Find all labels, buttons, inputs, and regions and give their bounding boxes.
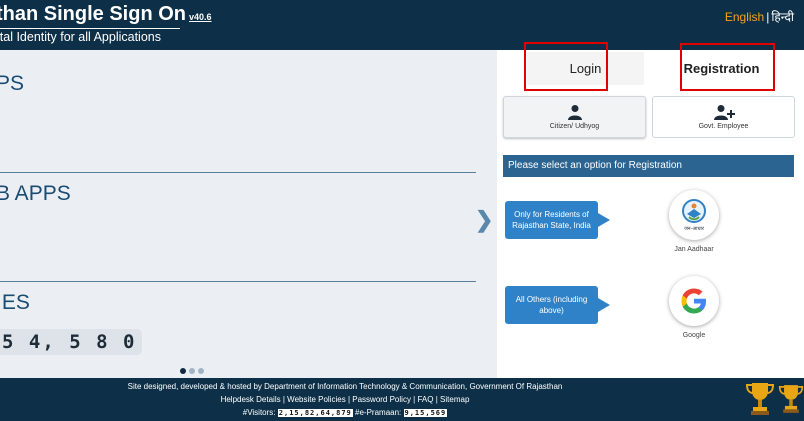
carousel-dots — [180, 368, 204, 374]
language-switcher: English | हिन्दी — [725, 8, 794, 25]
highlight-box-login — [524, 42, 608, 91]
user-plus-icon — [713, 105, 735, 120]
stats-counter: 5 4, 5 8 0 — [0, 329, 143, 355]
section-divider — [0, 172, 476, 173]
google-logo — [681, 288, 706, 314]
carousel-dot[interactable] — [198, 368, 204, 374]
carousel-dot[interactable] — [180, 368, 186, 374]
section-title-web-apps: B APPS — [0, 182, 71, 205]
visitors-label: #Visitors: — [242, 408, 276, 417]
faq-link[interactable]: FAQ — [417, 395, 433, 404]
citizen-udhyog-label: Citizen/ Udhyog — [549, 123, 600, 130]
jan-aadhaar-logo-text: जन-आधार — [684, 226, 705, 232]
section-title-services: IES — [0, 291, 30, 314]
app-version: v40.6 — [189, 12, 212, 22]
footer-credits: Site designed, developed & hosted by Dep… — [127, 382, 563, 391]
sitemap-link[interactable]: Sitemap — [440, 395, 469, 404]
trophy-icon — [745, 383, 775, 415]
citizen-udhyog-button[interactable]: Citizen/ Udhyog — [503, 96, 646, 138]
epramaan-counter: 9,15,569 — [403, 409, 448, 417]
password-policy-link[interactable]: Password Policy — [352, 395, 411, 404]
carousel-dot[interactable] — [189, 368, 195, 374]
visitors-counter: 2,15,82,64,879 — [277, 409, 353, 417]
website-policies-link[interactable]: Website Policies — [287, 395, 346, 404]
govt-employee-button[interactable]: Govt. Employee — [652, 96, 795, 138]
jan-aadhaar-button[interactable]: जन-आधार — [669, 190, 719, 240]
google-button[interactable] — [669, 276, 719, 326]
footer: Site designed, developed & hosted by Dep… — [0, 378, 804, 421]
app-tagline: ital Identity for all Applications — [0, 30, 161, 44]
callout-others: All Others (including above) — [505, 286, 610, 324]
user-icon — [567, 105, 582, 120]
language-english-link[interactable]: English — [725, 10, 764, 24]
language-hindi-link[interactable]: हिन्दी — [771, 10, 794, 24]
google-caption: Google — [682, 332, 706, 339]
callout-residents: Only for Residents of Rajasthan State, I… — [505, 201, 610, 239]
language-separator: | — [766, 10, 770, 24]
epramaan-label: #e-Pramaan: — [355, 408, 402, 417]
highlight-box-registration — [680, 43, 775, 91]
jan-aadhaar-logo: जन-आधार — [682, 199, 706, 232]
jan-aadhaar-caption: Jan Aadhaar — [674, 246, 714, 253]
footer-link-separator: | — [435, 395, 438, 404]
footer-counters: #Visitors: 2,15,82,64,879 #e-Pramaan: 9,… — [0, 408, 690, 417]
app-title[interactable]: than Single Sign On v40.6 — [0, 3, 212, 26]
info-panel: PS B APPS IES 5 4, 5 8 0 ❯ — [0, 50, 497, 378]
section-divider — [0, 281, 476, 282]
govt-employee-label: Govt. Employee — [698, 123, 749, 130]
auth-panel: Login Registration Citizen/ Udhyog Govt.… — [497, 42, 804, 378]
chevron-right-icon[interactable]: ❯ — [475, 207, 493, 233]
footer-link-separator: | — [347, 395, 351, 404]
footer-links: Helpdesk Details | Website Policies | Pa… — [0, 395, 690, 404]
footer-link-separator: | — [413, 395, 416, 404]
helpdesk-link[interactable]: Helpdesk Details — [221, 395, 281, 404]
title-underline — [0, 28, 180, 29]
section-title-apps: PS — [0, 72, 25, 95]
registration-prompt-bar: Please select an option for Registration — [503, 155, 794, 177]
footer-link-separator: | — [282, 395, 285, 404]
trophy-icon — [778, 385, 804, 413]
app-title-text: than Single Sign On — [0, 3, 186, 25]
